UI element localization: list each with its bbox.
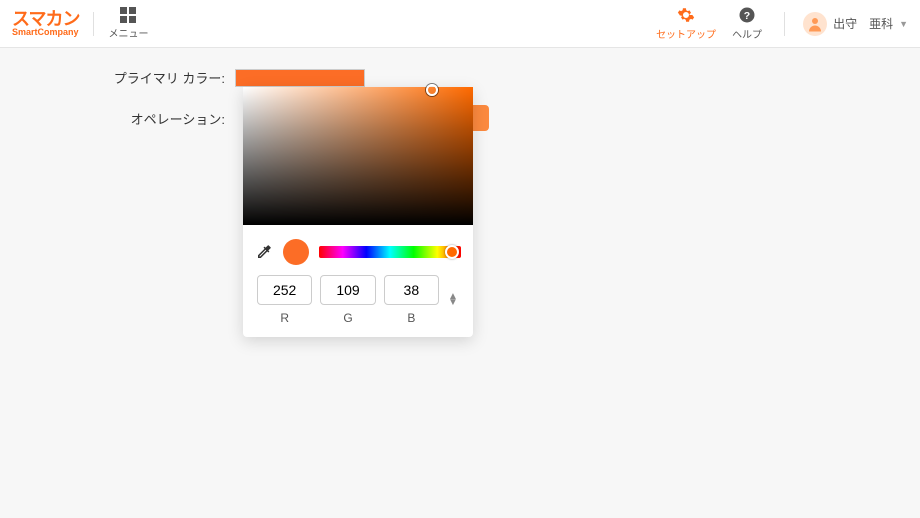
logo-main-text: スマカン bbox=[12, 10, 79, 28]
chevron-down-icon: ▼ bbox=[899, 19, 908, 29]
r-input[interactable] bbox=[257, 275, 312, 305]
divider bbox=[784, 12, 785, 36]
svg-text:?: ? bbox=[744, 10, 750, 22]
help-label: ヘルプ bbox=[732, 26, 762, 41]
hue-slider[interactable] bbox=[319, 246, 461, 258]
g-input[interactable] bbox=[320, 275, 375, 305]
color-picker: R G B ▲ ▼ bbox=[243, 87, 473, 337]
setup-button[interactable]: セットアップ bbox=[656, 6, 716, 41]
primary-color-row: プライマリ カラー: bbox=[0, 68, 920, 87]
b-label: B bbox=[384, 311, 439, 325]
help-icon: ? bbox=[738, 6, 756, 24]
setup-label: セットアップ bbox=[656, 26, 716, 41]
primary-color-label: プライマリ カラー: bbox=[0, 68, 235, 87]
gear-icon bbox=[677, 6, 695, 24]
avatar-icon bbox=[803, 12, 827, 36]
menu-label: メニュー bbox=[108, 25, 148, 40]
logo-sub-text: SmartCompany bbox=[12, 28, 79, 37]
eyedropper-button[interactable] bbox=[255, 243, 273, 261]
r-label: R bbox=[257, 311, 312, 325]
chevron-down-icon: ▼ bbox=[447, 300, 459, 306]
help-button[interactable]: ? ヘルプ bbox=[732, 6, 762, 41]
menu-button[interactable]: メニュー bbox=[108, 7, 148, 40]
hue-thumb[interactable] bbox=[445, 245, 459, 259]
logo[interactable]: スマカン SmartCompany bbox=[12, 10, 79, 37]
user-menu[interactable]: 出守 亜科 ▼ bbox=[803, 12, 908, 36]
color-preview bbox=[283, 239, 309, 265]
operation-label: オペレーション: bbox=[0, 109, 235, 128]
primary-color-swatch[interactable] bbox=[235, 69, 365, 87]
grid-icon bbox=[120, 7, 136, 23]
b-input[interactable] bbox=[384, 275, 439, 305]
divider bbox=[93, 12, 94, 36]
saturation-value-area[interactable] bbox=[243, 87, 473, 225]
g-label: G bbox=[320, 311, 375, 325]
format-toggle[interactable]: ▲ ▼ bbox=[447, 294, 459, 306]
sv-cursor[interactable] bbox=[426, 84, 438, 96]
user-name: 出守 亜科 bbox=[833, 15, 893, 32]
app-header: スマカン SmartCompany メニュー セットアップ ? ヘルプ 出守 亜… bbox=[0, 0, 920, 48]
